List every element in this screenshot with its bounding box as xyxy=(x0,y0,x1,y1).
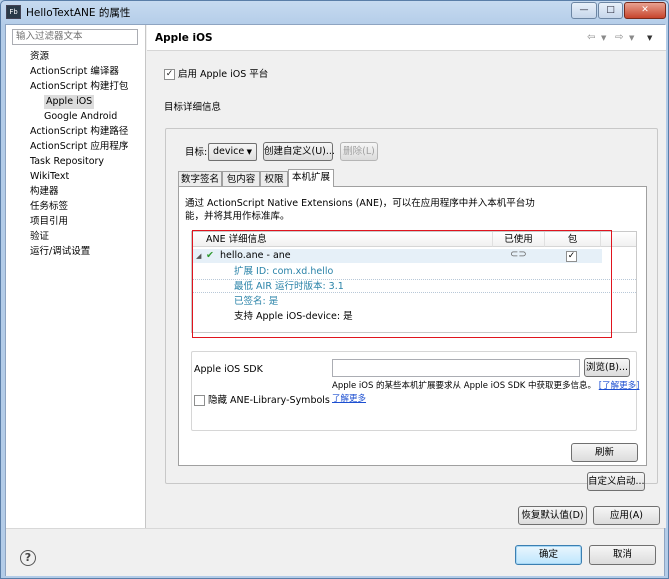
target-details-group: 目标: device ▼ 创建自定义(U)... 删除(L) 数字签名 包内容 … xyxy=(165,128,658,491)
window-title: HelloTextANE 的属性 xyxy=(26,7,131,19)
sidebar-item[interactable]: ActionScript 编译器 xyxy=(30,65,119,79)
sidebar-item[interactable]: 构建器 xyxy=(30,185,59,199)
tab-package-contents[interactable]: 包内容 xyxy=(222,171,260,187)
hide-ane-symbols-label: 隐藏 ANE-Library-Symbols xyxy=(208,395,330,406)
sidebar-item[interactable]: 运行/调试设置 xyxy=(30,245,90,259)
sidebar-item[interactable]: ActionScript 应用程序 xyxy=(30,140,128,154)
close-button[interactable]: ✕ xyxy=(624,2,666,19)
target-select[interactable]: device ▼ xyxy=(208,143,257,161)
sidebar-item[interactable]: ActionScript 构建路径 xyxy=(30,125,128,139)
sdk-hint-text: Apple iOS 的某些本机扩展要求从 Apple iOS SDK 中获取更多… xyxy=(332,381,597,391)
panel-header: Apple iOS ⇦ ▼ ⇨ ▼ ▼ xyxy=(147,25,666,51)
enable-ios-checkbox[interactable]: ✓ xyxy=(164,69,175,80)
settings-panel: Apple iOS ⇦ ▼ ⇨ ▼ ▼ ✓ 启用 Apple iOS 平台 目标… xyxy=(147,25,666,528)
sidebar-item[interactable]: 任务标签 xyxy=(30,200,68,214)
sidebar-item[interactable]: 验证 xyxy=(30,230,49,244)
properties-window: Fb HelloTextANE 的属性 — □ ✕ 输入过滤器文本 资源 Acti… xyxy=(0,0,669,579)
dialog-client: 输入过滤器文本 资源 ActionScript 编译器 ActionScript 构… xyxy=(5,24,666,576)
custom-launch-button[interactable]: 自定义启动... xyxy=(587,472,645,491)
sidebar-item[interactable]: Task Repository xyxy=(30,155,104,169)
flash-builder-app-icon: Fb xyxy=(6,5,21,19)
sidebar-item[interactable]: Google Android xyxy=(44,110,117,124)
delete-target-button[interactable]: 删除(L) xyxy=(340,142,378,161)
help-icon[interactable]: ? xyxy=(20,550,36,566)
create-custom-target-button[interactable]: 创建自定义(U)... xyxy=(263,142,335,161)
back-arrow-icon[interactable]: ⇦ xyxy=(587,32,595,43)
target-select-value: device xyxy=(213,146,245,157)
check-mark-icon: ✓ xyxy=(165,69,174,79)
filter-input[interactable]: 输入过滤器文本 xyxy=(12,29,138,45)
ok-button[interactable]: 确定 xyxy=(515,545,582,565)
sidebar-item[interactable]: 资源 xyxy=(30,50,49,64)
maximize-button[interactable]: □ xyxy=(598,2,623,19)
native-extensions-tab-content: 通过 ActionScript Native Extensions (ANE)，… xyxy=(178,186,647,466)
learn-more-link-inline[interactable]: [了解更多] xyxy=(599,381,640,391)
back-menu-chevron-icon[interactable]: ▼ xyxy=(601,34,606,42)
category-sidebar: 输入过滤器文本 资源 ActionScript 编译器 ActionScript 构… xyxy=(6,25,146,528)
enable-ios-label: 启用 Apple iOS 平台 xyxy=(178,69,269,80)
view-menu-chevron-icon[interactable]: ▼ xyxy=(647,34,652,42)
ios-sdk-path-input[interactable] xyxy=(332,359,580,377)
sidebar-item[interactable]: WikiText xyxy=(30,170,69,184)
learn-more-link-inline-text: 了解更多 xyxy=(602,381,637,391)
page-title: Apple iOS xyxy=(155,32,213,44)
sdk-hint: Apple iOS 的某些本机扩展要求从 Apple iOS SDK 中获取更多… xyxy=(332,380,639,393)
refresh-button[interactable]: 刷新 xyxy=(571,443,638,462)
tab-native-extensions[interactable]: 本机扩展 xyxy=(288,169,334,187)
title-bar[interactable]: Fb HelloTextANE 的属性 — □ ✕ xyxy=(1,1,668,23)
forward-arrow-icon[interactable]: ⇨ xyxy=(615,32,623,43)
hide-ane-symbols-checkbox[interactable] xyxy=(194,395,205,406)
ios-sdk-label: Apple iOS SDK xyxy=(194,364,263,375)
minimize-button[interactable]: — xyxy=(571,2,597,19)
forward-menu-chevron-icon[interactable]: ▼ xyxy=(629,34,634,42)
tab-strip: 数字签名 包内容 权限 本机扩展 xyxy=(178,169,658,187)
tab-permissions[interactable]: 权限 xyxy=(260,171,288,187)
target-details-label: 目标详细信息 xyxy=(164,102,222,113)
browse-sdk-button[interactable]: 浏览(B)... xyxy=(584,358,630,377)
cancel-button[interactable]: 取消 xyxy=(589,545,656,565)
sidebar-item[interactable]: 项目引用 xyxy=(30,215,68,229)
sidebar-item[interactable]: ActionScript 构建打包 xyxy=(30,80,128,94)
ios-sdk-group: Apple iOS SDK 浏览(B)... Apple iOS 的某些本机扩展… xyxy=(191,351,639,431)
target-label: 目标: xyxy=(185,147,208,158)
apply-button[interactable]: 应用(A) xyxy=(593,506,660,525)
highlight-annotation-box xyxy=(192,230,612,338)
chevron-down-icon: ▼ xyxy=(246,148,252,156)
tab-digital-signature[interactable]: 数字签名 xyxy=(178,171,222,187)
dialog-footer: ? 确定 取消 xyxy=(6,528,664,576)
learn-more-link[interactable]: 了解更多 xyxy=(332,393,366,406)
ane-description: 通过 ActionScript Native Extensions (ANE)，… xyxy=(185,198,535,222)
sidebar-item[interactable]: Apple iOS xyxy=(44,95,95,109)
restore-defaults-button[interactable]: 恢复默认值(D) xyxy=(518,506,587,525)
